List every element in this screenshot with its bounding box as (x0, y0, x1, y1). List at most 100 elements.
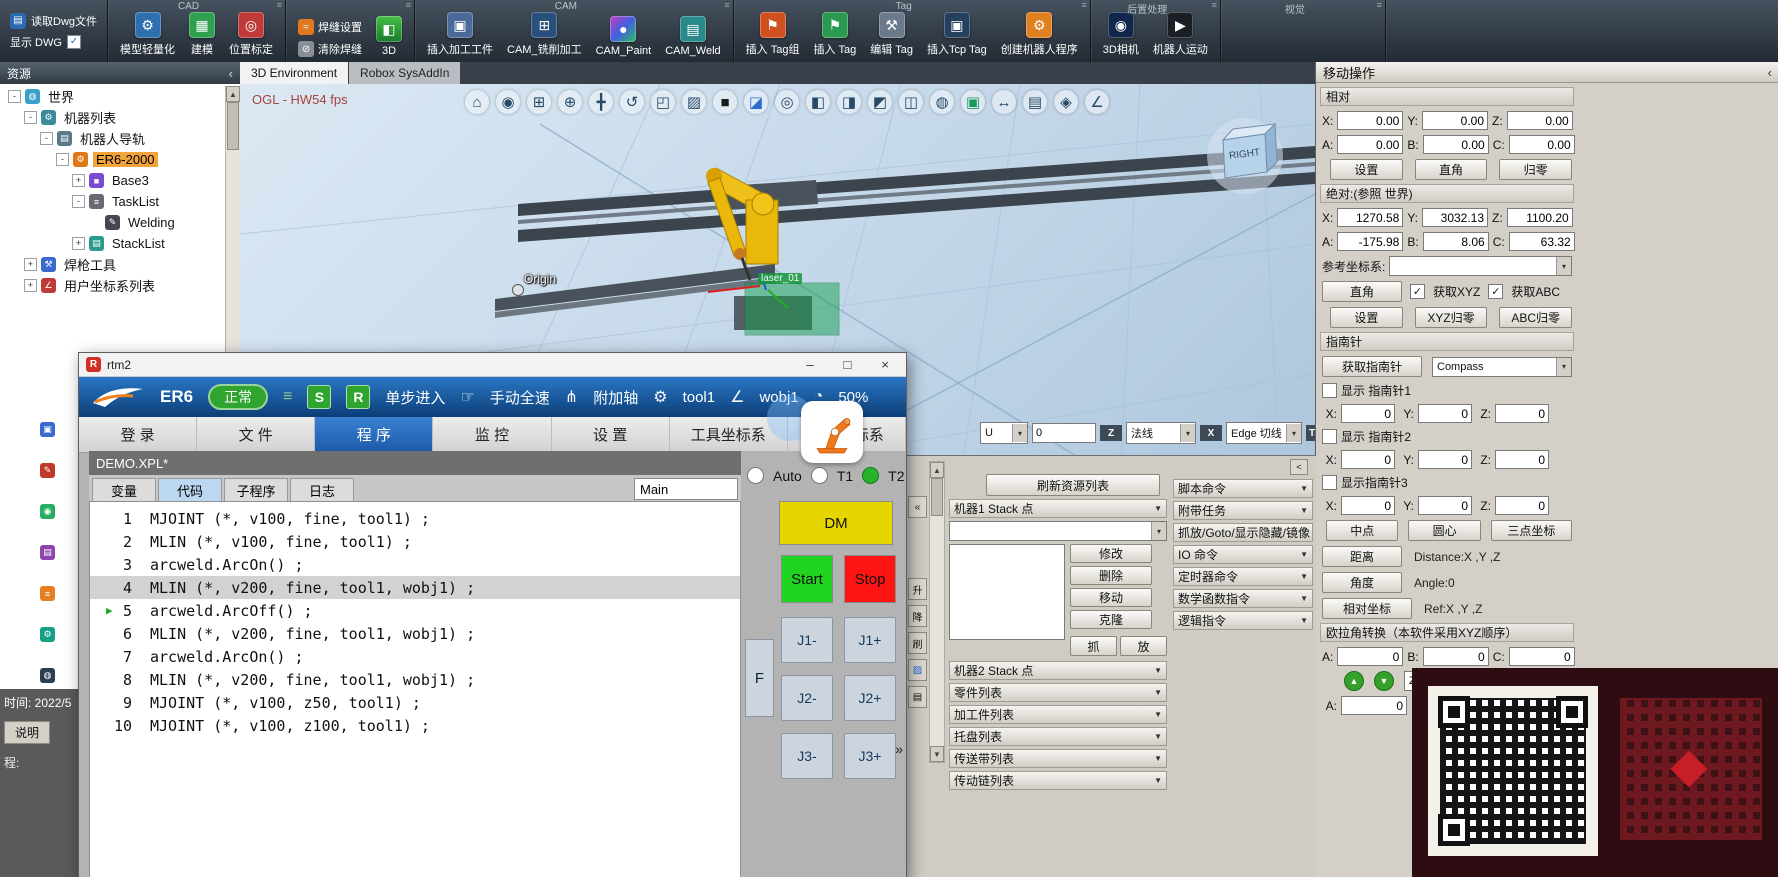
absolute-b-input[interactable] (1423, 232, 1489, 251)
tree-item-welding[interactable]: ✎ Welding (2, 212, 226, 233)
tree-item-stacklist[interactable]: + ▤ StackList (2, 233, 226, 254)
menu-login[interactable]: 登 录 (79, 417, 197, 452)
insert-tag-group-button[interactable]: ⚑ 插入 Tag组 (746, 12, 800, 57)
expand-toggle[interactable]: + (72, 237, 85, 250)
pallet-list-header[interactable]: 托盘列表▼ (949, 727, 1167, 746)
workpiece-list-header[interactable]: 加工件列表▼ (949, 705, 1167, 724)
j3-minus-button[interactable]: J3- (781, 733, 833, 779)
euler-c-input[interactable] (1509, 647, 1575, 666)
dm-button[interactable]: DM (779, 501, 893, 545)
u-value-input[interactable] (1032, 423, 1096, 443)
clone-button[interactable]: 克隆 (1070, 610, 1152, 629)
get-xyz-checkbox[interactable]: ✓ (1410, 284, 1425, 299)
absolute-x-input[interactable] (1337, 208, 1403, 227)
zoom-icon[interactable]: ⊕ (558, 90, 582, 114)
collapse-strip-icon[interactable]: « (908, 496, 927, 518)
tree-item-icon[interactable]: ▤ (40, 545, 55, 560)
code-line-selected[interactable]: 4MLIN (*, v200, fine, tool1, wobj1) ; (90, 576, 740, 599)
reference-frame-select[interactable]: ▾ (1389, 256, 1572, 276)
euler-b-input[interactable] (1423, 647, 1489, 666)
stop-button[interactable]: Stop (844, 555, 896, 603)
compass2-x-input[interactable] (1341, 450, 1395, 469)
weld-seam-settings-button[interactable]: ≈ 焊缝设置 (298, 19, 362, 35)
script-command-header[interactable]: 脚本命令▼ (1173, 479, 1313, 498)
code-line[interactable]: 6MLIN (*, v200, fine, tool1, wobj1) ; (90, 622, 740, 645)
tree-item-icon[interactable]: ≡ (40, 586, 55, 601)
scroll-thumb[interactable] (931, 478, 943, 516)
tree-item-icon[interactable]: ✎ (40, 463, 55, 478)
clear-weld-seam-button[interactable]: ⊘ 清除焊缝 (298, 41, 362, 57)
relative-z-input[interactable] (1507, 111, 1573, 130)
release-button[interactable]: 放 (1120, 636, 1167, 656)
wireframe-view-icon[interactable]: ◪ (744, 90, 768, 114)
tree-item-icon[interactable]: ▣ (40, 422, 55, 437)
log-tab-description[interactable]: 说明 (4, 721, 50, 744)
machine1-stack-header[interactable]: 机器1 Stack 点▼ (949, 499, 1167, 518)
menu-file[interactable]: 文 件 (197, 417, 315, 452)
relative-coord-button[interactable]: 相对坐标 (1322, 598, 1412, 619)
compass2-y-input[interactable] (1418, 450, 1472, 469)
view-top-icon[interactable]: ◩ (868, 90, 892, 114)
modeling-button[interactable]: ▦ 建模 (189, 12, 215, 57)
view-front-icon[interactable]: ◫ (899, 90, 923, 114)
compass3-x-input[interactable] (1341, 496, 1395, 515)
insert-workpiece-button[interactable]: ▣ 插入加工工件 (427, 12, 493, 57)
cartesian-button[interactable]: 直角 (1415, 159, 1488, 180)
robot-motion-button[interactable]: ▶ 机器人运动 (1153, 12, 1208, 57)
absolute-a-input[interactable] (1337, 232, 1403, 251)
expand-toggle[interactable]: - (24, 111, 37, 124)
mode-t1-radio[interactable] (811, 467, 828, 484)
angle-button[interactable]: 角度 (1322, 572, 1402, 593)
get-abc-checkbox[interactable]: ✓ (1488, 284, 1503, 299)
get-compass-button[interactable]: 获取指南针 (1322, 356, 1422, 377)
scroll-up-icon[interactable]: ▲ (930, 462, 944, 478)
tree-item-machine-list[interactable]: - ⚙ 机器列表 (2, 107, 226, 128)
insert-tcp-tag-button[interactable]: ▣ 插入Tcp Tag (927, 12, 987, 57)
f-button[interactable]: F (745, 639, 774, 717)
scroll-thumb[interactable] (227, 102, 239, 150)
grid-icon[interactable]: ▨ (682, 90, 706, 114)
document-small-icon[interactable]: ▤ (908, 686, 927, 708)
stack-scrollbar[interactable]: ▲ ▼ (929, 461, 945, 763)
tab-3d-environment[interactable]: 3D Environment (240, 62, 348, 84)
group-menu-icon[interactable]: ≡ (1377, 0, 1382, 10)
menu-program[interactable]: 程 序 (315, 417, 433, 452)
midpoint-button[interactable]: 中点 (1326, 520, 1398, 541)
compass1-x-input[interactable] (1341, 404, 1395, 423)
tab-robox-sysaddin[interactable]: Robox SysAddIn (349, 62, 460, 84)
euler-up-button[interactable]: ▲ (1344, 671, 1364, 691)
menu-tool-frame[interactable]: 工具坐标系 (670, 417, 788, 452)
orbit-icon[interactable]: ◎ (775, 90, 799, 114)
absolute-y-input[interactable] (1422, 208, 1488, 227)
code-line[interactable]: 1MJOINT (*, v100, fine, tool1) ; (90, 507, 740, 530)
code-line[interactable]: 2MLIN (*, v100, fine, tool1) ; (90, 530, 740, 553)
compass3-z-input[interactable] (1495, 496, 1549, 515)
tab-subroutine[interactable]: 子程序 (224, 478, 288, 501)
timer-command-header[interactable]: 定时器命令▼ (1173, 567, 1313, 586)
j1-minus-button[interactable]: J1- (781, 617, 833, 663)
group-menu-icon[interactable]: ≡ (1082, 0, 1087, 10)
view-right-icon[interactable]: ◨ (837, 90, 861, 114)
pan-icon[interactable]: ╋ (589, 90, 613, 114)
tree-item-icon[interactable]: ◉ (40, 504, 55, 519)
euler-down-button[interactable]: ▼ (1374, 671, 1394, 691)
j3-plus-button[interactable]: J3+ (844, 733, 896, 779)
position-calibration-button[interactable]: ◎ 位置标定 (229, 12, 273, 57)
relative-b-input[interactable] (1423, 135, 1489, 154)
menu-monitor[interactable]: 监 控 (433, 417, 551, 452)
scroll-up-icon[interactable]: ▲ (226, 86, 240, 102)
conveyor-list-header[interactable]: 传送带列表▼ (949, 749, 1167, 768)
relative-y-input[interactable] (1422, 111, 1488, 130)
tab-code[interactable]: 代码 (158, 478, 222, 501)
refresh-small-button[interactable]: 刷 (908, 632, 927, 654)
view-cube[interactable]: RIGHT (1193, 104, 1303, 204)
lower-button[interactable]: 降 (908, 605, 927, 627)
tree-item-icon[interactable]: ◍ (40, 668, 55, 683)
mode-auto-radio[interactable] (747, 467, 764, 484)
show-dwg-checkbox[interactable]: ✓ (67, 35, 81, 49)
group-menu-icon[interactable]: ≡ (406, 0, 411, 10)
edit-tag-button[interactable]: ⚒ 编辑 Tag (870, 12, 913, 57)
compass1-z-input[interactable] (1495, 404, 1549, 423)
view-left-icon[interactable]: ◧ (806, 90, 830, 114)
expand-toggle[interactable]: + (24, 258, 37, 271)
